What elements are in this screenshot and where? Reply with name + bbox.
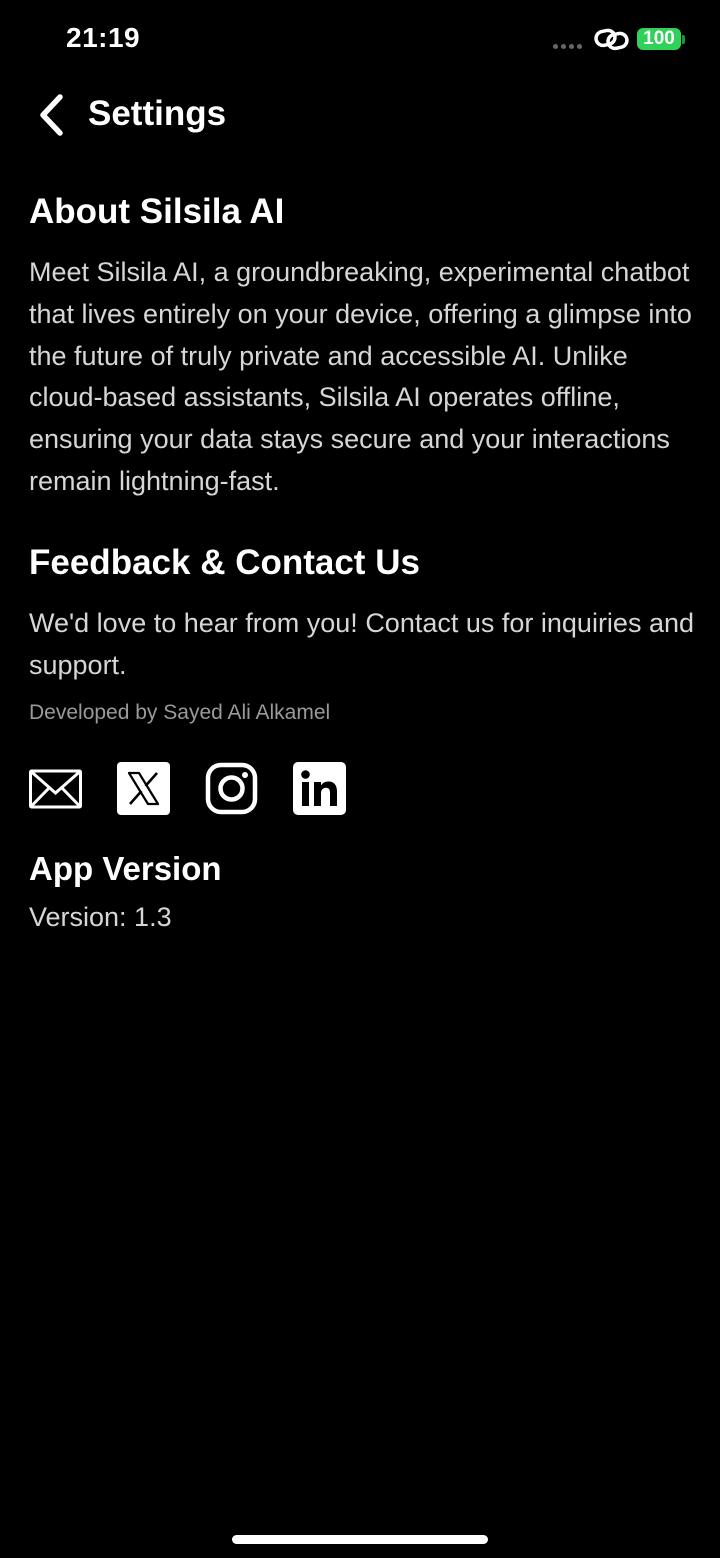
status-bar: 21:19 100 — [0, 0, 720, 78]
developer-credit: Developed by Sayed Ali Alkamel — [29, 701, 331, 725]
linkedin-icon — [293, 762, 346, 816]
about-description: Meet Silsila AI, a groundbreaking, exper… — [29, 257, 692, 496]
battery-level: 100 — [637, 28, 681, 50]
about-heading: About Silsila AI — [29, 192, 285, 231]
nav-header: Settings — [0, 88, 720, 142]
battery-cap — [682, 34, 685, 44]
linkedin-button[interactable] — [293, 762, 346, 816]
x-button[interactable] — [117, 762, 170, 816]
home-indicator[interactable] — [232, 1535, 488, 1544]
status-time: 21:19 — [66, 22, 141, 53]
x-icon — [117, 762, 170, 816]
instagram-icon — [205, 763, 258, 815]
feedback-description: We'd love to hear from you! Contact us f… — [29, 607, 694, 680]
back-button[interactable] — [26, 88, 76, 142]
app-version-heading: App Version — [29, 850, 222, 888]
mail-icon — [29, 769, 82, 809]
page-title: Settings — [88, 94, 227, 133]
settings-content: About Silsila AI Meet Silsila AI, a grou… — [29, 190, 694, 935]
personal-hotspot-icon — [594, 26, 630, 52]
social-links — [29, 762, 694, 816]
battery-indicator: 100 — [637, 27, 685, 51]
cellular-signal-icon — [553, 44, 582, 49]
instagram-button[interactable] — [205, 762, 258, 815]
feedback-heading: Feedback & Contact Us — [29, 542, 420, 582]
chevron-left-icon — [40, 94, 63, 136]
app-version-value: Version: 1.3 — [29, 902, 172, 933]
email-button[interactable] — [29, 762, 82, 815]
